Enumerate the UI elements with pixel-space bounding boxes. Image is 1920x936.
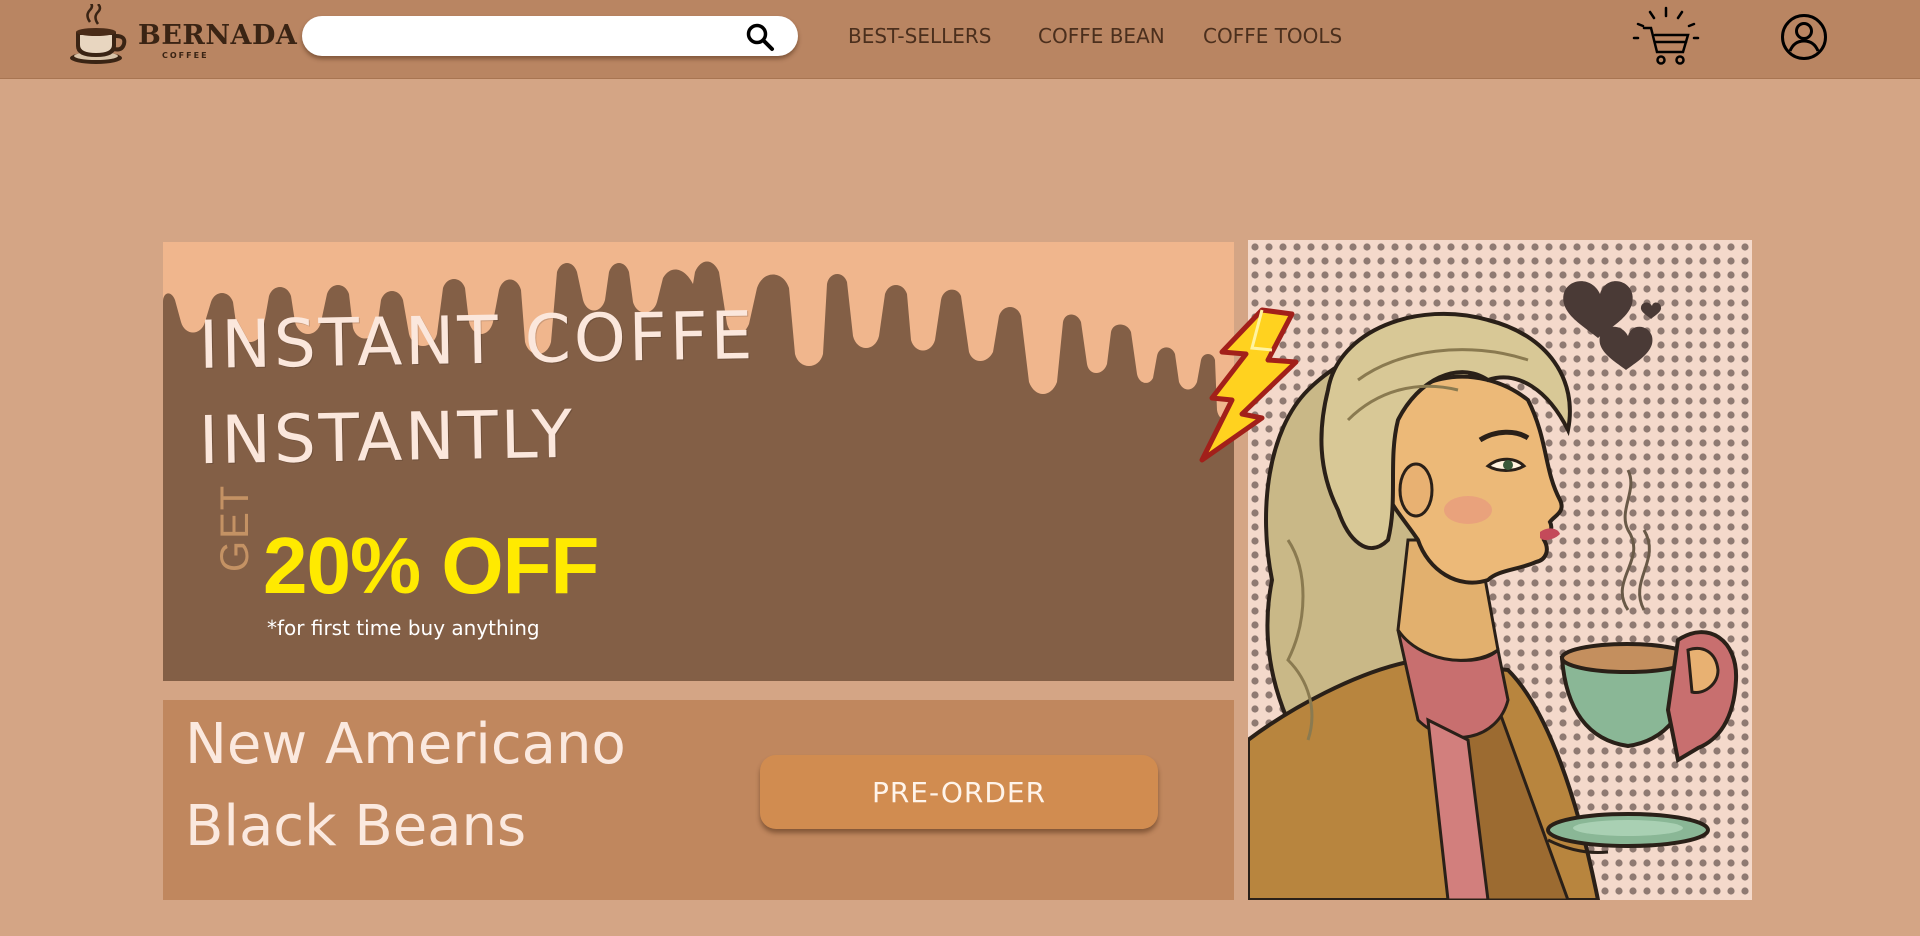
product-name-line1: New Americano [185, 712, 626, 777]
promo-title-line2: INSTANTLY [198, 395, 576, 480]
nav-best-sellers[interactable]: BEST-SELLERS [848, 24, 992, 50]
discount-text: 20% OFF [263, 521, 599, 610]
nav-coffe-bean[interactable]: COFFE BEAN [1038, 24, 1165, 50]
top-nav-bar: BERNADA COFFEE BEST-SELLERS COFFE BEAN C… [0, 0, 1920, 79]
search-icon[interactable] [745, 22, 775, 52]
discount-fineprint: *for first time buy anything [267, 616, 540, 640]
get-label: GET [213, 483, 257, 572]
brand-name: BERNADA [138, 20, 298, 51]
lightning-bolt-icon [1199, 307, 1299, 463]
promo-title-line1: INSTANT COFFE [198, 297, 757, 384]
promo-banner[interactable]: INSTANT COFFE INSTANTLY GET 20% OFF *for… [163, 242, 1234, 681]
woman-drinking-coffee-illustration [1248, 240, 1752, 900]
product-name-line2: Black Beans [185, 794, 527, 859]
shopping-cart-icon[interactable] [1626, 4, 1706, 68]
pre-order-button[interactable]: PRE-ORDER [760, 755, 1158, 829]
coffee-cup-logo-icon [70, 1, 127, 64]
user-account-icon[interactable] [1780, 13, 1828, 61]
search-input[interactable] [318, 23, 722, 51]
search-bar [302, 16, 798, 56]
new-product-strip: New Americano Black Beans PRE-ORDER [163, 700, 1234, 900]
brand-logo[interactable]: BERNADA COFFEE [66, 1, 297, 74]
nav-coffe-tools[interactable]: COFFE TOOLS [1203, 24, 1342, 50]
brand-subtitle: COFFEE [162, 51, 209, 60]
